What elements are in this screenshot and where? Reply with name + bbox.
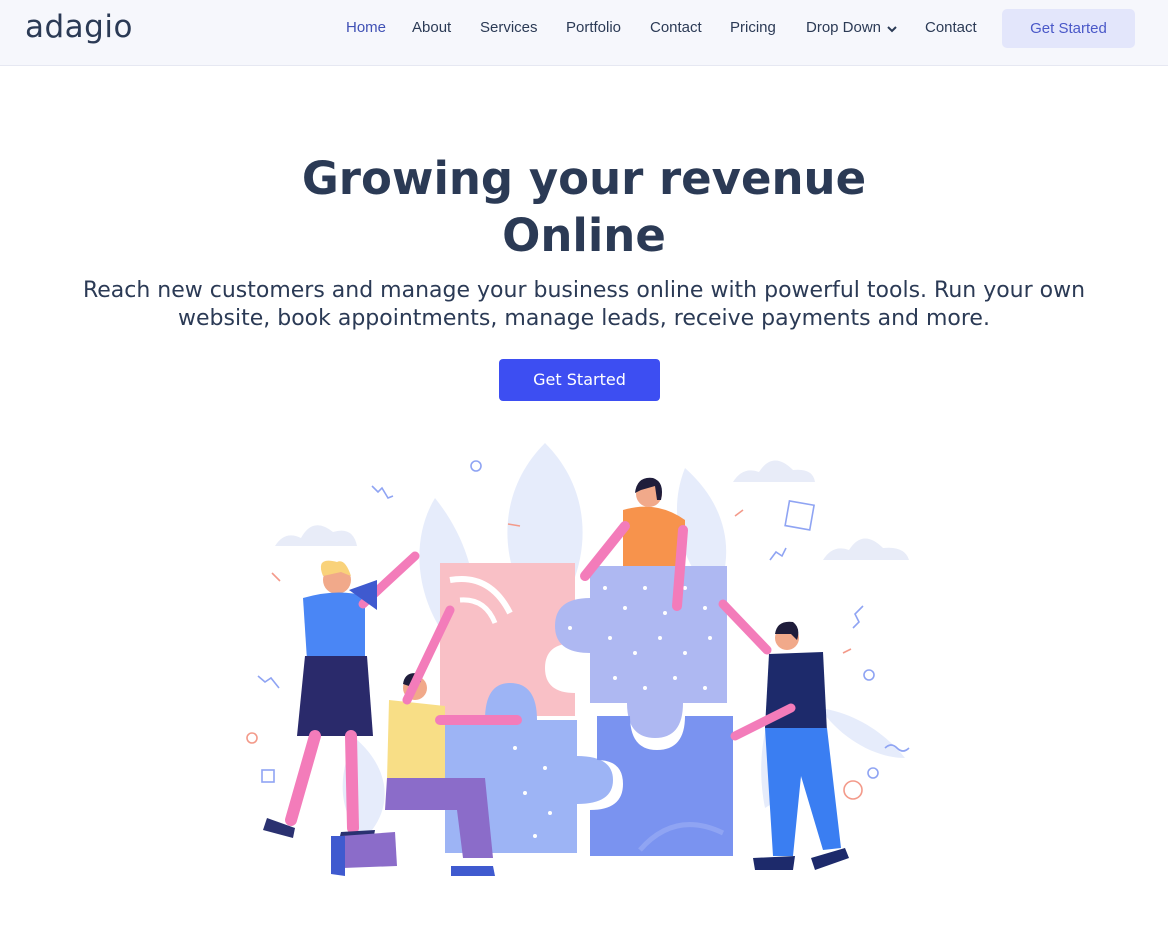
hero-title-line1: Growing your revenue xyxy=(301,152,867,205)
hero-subtitle-line2: website, book appointments, manage leads… xyxy=(178,306,990,331)
nav-item-dropdown[interactable]: Drop Down xyxy=(806,19,897,37)
nav-item-about[interactable]: About xyxy=(412,19,451,36)
hero-title: Growing your revenue Online xyxy=(0,150,1168,264)
nav-item-contact-2[interactable]: Contact xyxy=(925,19,977,36)
nav-item-dropdown-label: Drop Down xyxy=(806,19,882,36)
hero-subtitle-line1: Reach new customers and manage your busi… xyxy=(82,278,1086,303)
brand-logo[interactable]: adagio xyxy=(25,9,133,45)
person-navy-shirt xyxy=(718,599,849,870)
nav-item-home[interactable]: Home xyxy=(346,19,386,36)
nav-item-pricing[interactable]: Pricing xyxy=(730,19,776,36)
get-started-hero-button[interactable]: Get Started xyxy=(499,359,660,401)
puzzle-piece-lavender xyxy=(555,566,727,738)
nav-item-services[interactable]: Services xyxy=(480,19,538,36)
navbar: adagio Home About Services Portfolio Con… xyxy=(0,0,1168,66)
hero-subtitle: Reach new customers and manage your busi… xyxy=(40,277,1128,333)
nav-item-contact[interactable]: Contact xyxy=(650,19,702,36)
get-started-nav-button[interactable]: Get Started xyxy=(1002,9,1135,48)
chevron-down-icon xyxy=(887,20,897,37)
nav-item-portfolio[interactable]: Portfolio xyxy=(566,19,621,36)
teamwork-puzzle-illustration xyxy=(246,443,910,876)
hero-title-line2: Online xyxy=(502,209,666,262)
